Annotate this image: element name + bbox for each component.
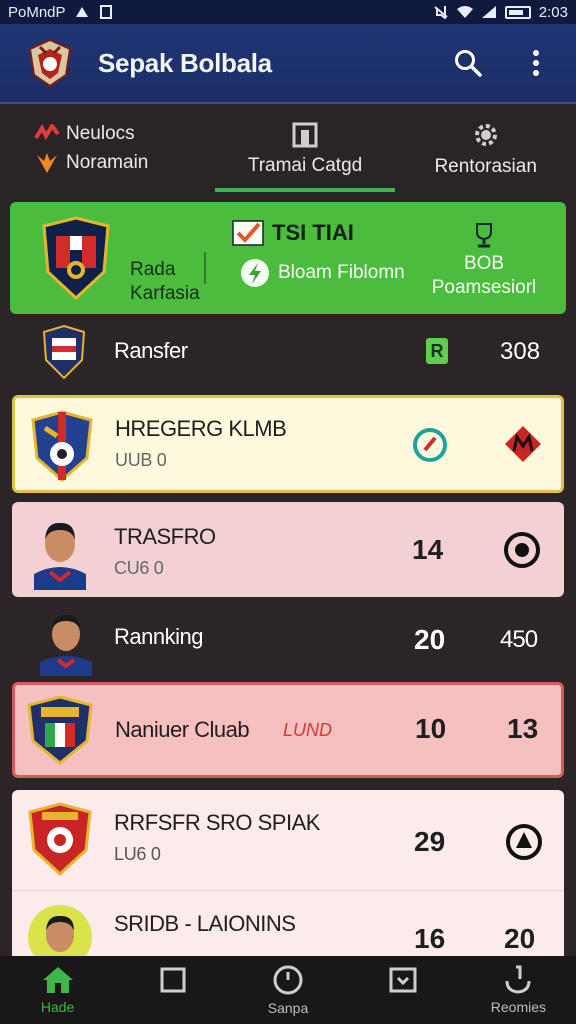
- list-item[interactable]: HREGERG KLMB UUB 0: [12, 395, 564, 493]
- row-value: 14: [412, 534, 444, 565]
- home-icon: [42, 967, 73, 993]
- row-sub: LU6 0: [114, 844, 161, 864]
- clock-time: 2:03: [538, 3, 568, 21]
- nav-trophies[interactable]: Reomies: [461, 956, 576, 1024]
- goal-icon: [292, 122, 318, 148]
- club-crest: [27, 695, 93, 765]
- row-name: Rannking: [114, 624, 203, 649]
- list-item[interactable]: Rannking 20 450: [12, 600, 564, 680]
- row-name: SRIDB - LAIONINS: [114, 911, 296, 936]
- nav-trophies-label: Reomies: [490, 999, 547, 1015]
- row-value-secondary: 20: [504, 923, 536, 954]
- list-item[interactable]: Ransfer R 308: [12, 318, 564, 390]
- tab-ranking[interactable]: Rentorasian: [395, 104, 576, 194]
- tab-news-label: Neulocs: [66, 123, 135, 144]
- tab-news[interactable]: Neulocs Noramain: [0, 104, 215, 194]
- featured-title: TSI TIAI: [272, 220, 354, 245]
- nav-inbox[interactable]: [346, 956, 461, 1024]
- row-tag: LUND: [283, 720, 333, 740]
- tab-bar: Neulocs Noramain Tramai Catgd Rentorasia…: [0, 104, 576, 194]
- trophy-icon: [476, 223, 492, 248]
- list-item[interactable]: SRIDB - LAIONINS 16 20: [12, 890, 564, 956]
- nav-home[interactable]: Hade: [0, 956, 115, 1024]
- thunder-icon: [241, 259, 269, 287]
- tab-transfer[interactable]: Tramai Catgd: [214, 104, 396, 194]
- nav-matches[interactable]: [115, 956, 230, 1024]
- club-badge-icon: [504, 532, 540, 568]
- featured-card[interactable]: Rada Karfasia TSI TIAI Bloam Fiblomn BOB…: [10, 202, 566, 314]
- gear-icon: [474, 124, 497, 146]
- club-badge-icon: [506, 824, 542, 860]
- search-button[interactable]: [452, 47, 484, 79]
- avatar: [40, 614, 92, 676]
- row-value-secondary: 13: [507, 713, 539, 744]
- list-item[interactable]: RRFSFR SRO SPIAK LU6 0 29: [12, 790, 564, 890]
- club-badge-icon: [505, 426, 541, 462]
- more-vert-icon: [533, 50, 539, 76]
- status-badge: R: [426, 338, 448, 364]
- wifi-icon: [456, 6, 473, 18]
- featured-right-line2: Poamsesiorl: [431, 277, 537, 298]
- tab-ranking-label: Rentorasian: [434, 156, 537, 177]
- inbox-icon: [389, 967, 417, 993]
- row-name: RRFSFR SRO SPIAK: [114, 810, 320, 835]
- row-name: TRASFRO: [114, 524, 216, 549]
- nav-home-label: Hade: [40, 999, 75, 1015]
- app-bar: Sepak Bolbala: [0, 24, 576, 104]
- app-logo: [28, 38, 72, 88]
- battery-icon: [504, 5, 531, 19]
- row-value-secondary: 450: [500, 626, 538, 653]
- flame-icon: [37, 153, 57, 173]
- club-crest: [28, 802, 92, 876]
- row-value: 10: [415, 713, 447, 744]
- download-icon: [99, 5, 112, 19]
- featured-left-line1: Rada: [130, 259, 176, 280]
- clock-icon: [273, 965, 303, 995]
- row-name: HREGERG KLMB: [115, 416, 287, 441]
- club-crest: [42, 216, 110, 300]
- list-item[interactable]: TRASFRO CU6 0 14: [12, 502, 564, 597]
- featured-left-line2: Karfasia: [130, 283, 200, 304]
- club-badge-icon: [413, 428, 447, 462]
- featured-status: Bloam Fiblomn: [278, 262, 405, 283]
- featured-right-line1: BOB: [463, 253, 505, 274]
- row-sub: CU6 0: [114, 558, 164, 578]
- overflow-menu-button[interactable]: [520, 47, 552, 79]
- avatar: [34, 522, 86, 590]
- club-crest: [31, 410, 93, 482]
- app-title: Sepak Bolbala: [98, 47, 272, 78]
- nav-schedule-label: Sanpa: [267, 1000, 309, 1016]
- row-sub: UUB 0: [115, 450, 167, 470]
- row-value: 29: [414, 826, 446, 857]
- trophy-icon: [505, 965, 531, 994]
- search-icon: [455, 50, 482, 77]
- divider: [204, 252, 206, 284]
- signal-icon: [481, 6, 496, 18]
- club-crest: [42, 324, 86, 380]
- tab-news-sub: Noramain: [66, 152, 149, 173]
- bottom-nav: Hade Sanpa Reomies: [0, 956, 576, 1024]
- carrier-label: PoMndP: [8, 3, 66, 21]
- row-value: 16: [414, 923, 446, 954]
- avatar: [28, 905, 92, 956]
- row-value: 308: [500, 338, 541, 365]
- row-value: 20: [414, 624, 446, 655]
- check-icon: [232, 220, 264, 246]
- nav-schedule[interactable]: Sanpa: [230, 956, 345, 1024]
- square-icon: [160, 967, 186, 993]
- tab-transfer-label: Tramai Catgd: [247, 155, 363, 176]
- list-item[interactable]: Naniuer Cluab LUND 10 13: [12, 682, 564, 778]
- status-bar: PoMndP 2:03: [0, 0, 576, 24]
- notification-icon: [75, 7, 88, 17]
- row-name: Naniuer Cluab: [115, 717, 250, 742]
- mute-icon: [434, 6, 448, 19]
- ball-swoosh-icon: [34, 124, 60, 141]
- row-name: Ransfer: [114, 338, 188, 363]
